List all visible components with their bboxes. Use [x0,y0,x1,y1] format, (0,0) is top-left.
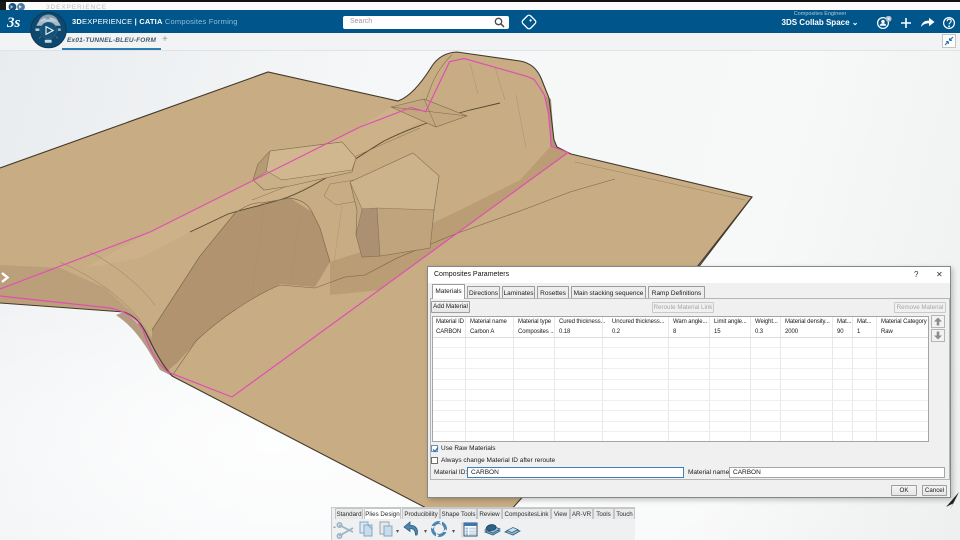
svg-text:▾: ▾ [396,529,399,535]
svg-text:▾: ▾ [452,529,455,535]
svg-text:▾: ▾ [424,529,427,535]
